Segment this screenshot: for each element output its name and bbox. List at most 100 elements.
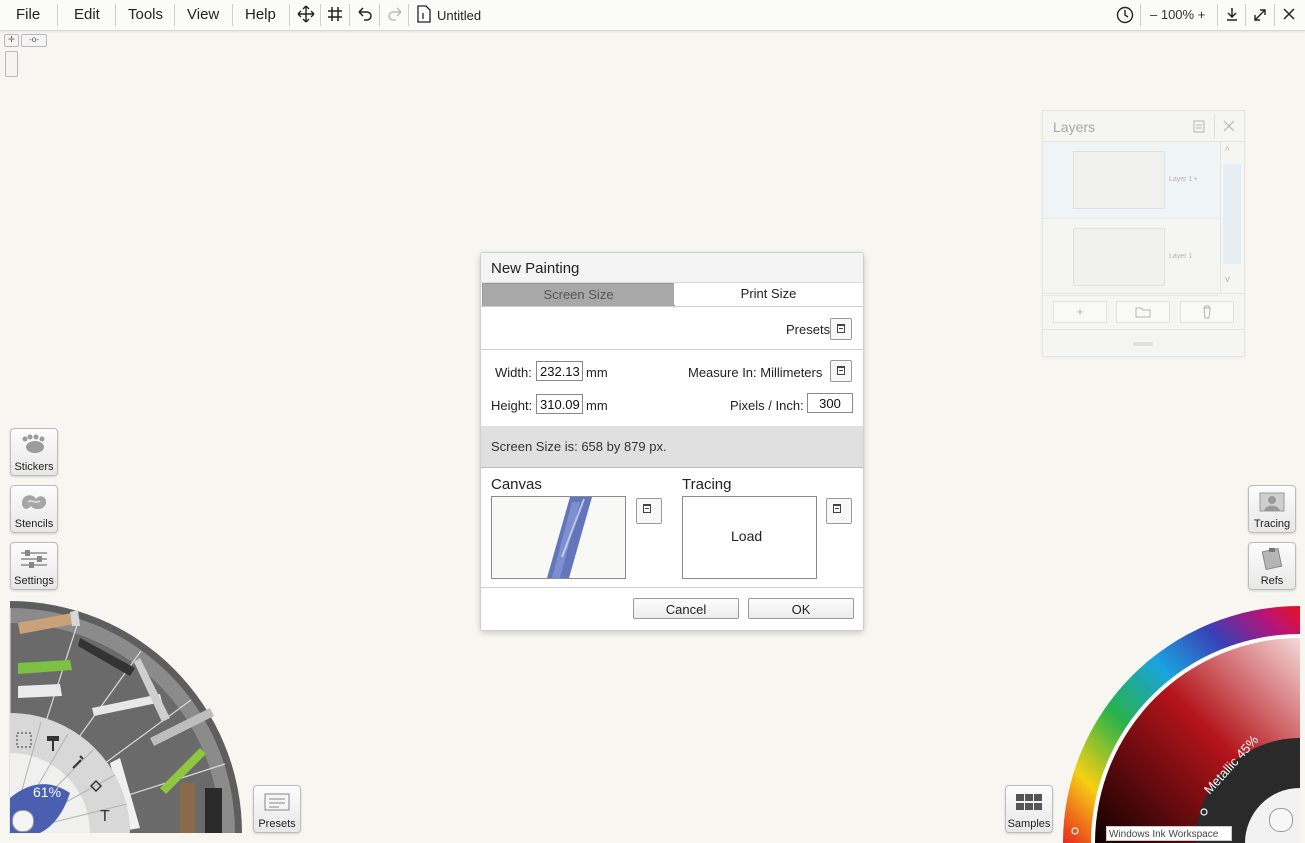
width-field[interactable]: 232.13 — [536, 361, 583, 381]
canvas-label: Canvas — [491, 476, 542, 493]
layer-item-1[interactable]: Layer 1 • — [1043, 142, 1219, 219]
layer-label: Layer 1 • — [1169, 176, 1197, 183]
tracing-button[interactable]: Tracing — [1248, 485, 1296, 533]
resize-color-wheel-icon[interactable] — [1269, 808, 1293, 832]
layers-title: Layers — [1053, 119, 1096, 135]
color-wheel[interactable]: Metallic 45% — [1055, 598, 1305, 843]
download-icon[interactable] — [1224, 5, 1240, 28]
grid-icon[interactable] — [327, 5, 343, 28]
presets-button[interactable]: Presets — [253, 785, 301, 833]
screen-size-text: Screen Size is: 658 by 879 px. — [491, 439, 667, 454]
new-painting-dialog: New Painting Screen Size Print Size Pres… — [480, 252, 864, 631]
divider — [1140, 4, 1141, 26]
menu-tools[interactable]: Tools — [128, 6, 163, 23]
redo-icon[interactable] — [386, 5, 404, 28]
close-icon[interactable] — [1223, 119, 1235, 138]
tab-screen-size[interactable]: Screen Size — [482, 283, 675, 307]
selection-icon[interactable] — [15, 731, 33, 754]
menu-file[interactable]: File — [16, 6, 40, 23]
layers-scrollbar[interactable]: ^ v — [1220, 142, 1243, 292]
brush-size-readout: 61% — [33, 784, 62, 800]
samples-icon — [1016, 794, 1042, 810]
tool-wheel[interactable]: T 61% — [0, 598, 250, 843]
menu-edit[interactable]: Edit — [74, 6, 100, 23]
divider — [349, 4, 350, 26]
tracing-load-box[interactable]: Load — [682, 496, 817, 579]
divider — [1274, 4, 1275, 26]
eyedropper-icon[interactable] — [70, 753, 86, 776]
chevron-up-icon[interactable]: ^ — [1225, 146, 1230, 157]
slider-vertical-icon[interactable] — [5, 51, 18, 77]
stickers-button[interactable]: Stickers — [10, 428, 58, 476]
clock-icon[interactable] — [1115, 5, 1135, 30]
canvas-preview[interactable] — [491, 496, 626, 579]
tab-print-size[interactable]: Print Size — [674, 283, 863, 305]
document-icon[interactable] — [416, 5, 432, 28]
layer-thumbnail — [1073, 228, 1165, 286]
settings-label: Settings — [14, 575, 54, 587]
menu-icon[interactable] — [1193, 119, 1205, 138]
windows-ink-workspace-tooltip: Windows Ink Workspace — [1106, 826, 1232, 841]
layer-item-2[interactable]: Layer 1 — [1043, 219, 1219, 296]
dialog-header: New Painting — [481, 253, 863, 283]
divider — [57, 4, 58, 26]
pixels-per-inch-field[interactable]: 300 — [807, 393, 853, 413]
menu-help[interactable]: Help — [245, 6, 276, 23]
layer-folder-button[interactable] — [1116, 301, 1170, 323]
ok-button[interactable]: OK — [748, 598, 854, 619]
add-layer-button[interactable]: + — [1053, 301, 1107, 323]
measure-menu-button[interactable] — [830, 360, 852, 382]
zoom-control[interactable]: – 100% + — [1150, 7, 1205, 22]
fill-icon[interactable] — [88, 778, 104, 799]
slider-horizontal-icon[interactable]: -o- — [21, 34, 47, 47]
divider — [1043, 293, 1244, 294]
undo-icon[interactable] — [356, 5, 374, 28]
divider — [481, 467, 863, 468]
sliders-icon — [21, 550, 47, 568]
panel-handle[interactable] — [1133, 342, 1153, 346]
resize-wheel-icon[interactable] — [12, 810, 34, 832]
move-icon[interactable] — [297, 5, 315, 28]
delete-layer-button[interactable] — [1180, 301, 1234, 323]
refs-icon — [1261, 548, 1283, 570]
roller-icon[interactable] — [45, 734, 61, 757]
scrollbar-thumb[interactable] — [1223, 164, 1241, 264]
refs-button[interactable]: Refs — [1248, 542, 1296, 590]
height-unit: mm — [586, 398, 608, 413]
divider — [379, 4, 380, 26]
presets-menu-button[interactable] — [830, 318, 852, 340]
measure-in-label: Measure In: Millimeters — [688, 365, 823, 380]
refs-label: Refs — [1260, 575, 1284, 587]
settings-button[interactable]: Settings — [10, 542, 58, 590]
tracing-menu-button[interactable] — [826, 498, 852, 524]
canvas-texture-image — [492, 497, 625, 578]
presets-icon — [264, 793, 290, 811]
chevron-down-icon[interactable]: v — [1225, 274, 1230, 285]
presets-label: Presets — [786, 322, 831, 337]
pan-icon[interactable]: ✛ — [4, 34, 19, 47]
cancel-button[interactable]: Cancel — [633, 598, 739, 619]
height-field[interactable]: 310.09 — [536, 394, 583, 414]
dialog-title: New Painting — [491, 260, 580, 277]
canvas-menu-button[interactable] — [636, 498, 662, 524]
load-label: Load — [731, 528, 763, 544]
height-label: Height: — [491, 398, 533, 413]
tracing-icon — [1259, 492, 1285, 512]
divider — [1214, 114, 1215, 138]
footprint-icon — [22, 434, 45, 453]
text-icon[interactable]: T — [100, 808, 110, 826]
fullscreen-icon[interactable] — [1252, 5, 1268, 28]
divider — [481, 306, 863, 307]
folder-icon — [1135, 307, 1151, 318]
divider — [115, 4, 116, 26]
close-icon[interactable] — [1282, 5, 1296, 28]
samples-button[interactable]: Samples — [1005, 785, 1053, 833]
divider — [481, 587, 863, 588]
stencils-button[interactable]: Stencils — [10, 485, 58, 533]
divider — [481, 349, 863, 350]
document-title: Untitled — [437, 8, 482, 23]
divider — [1217, 4, 1218, 26]
screen-size-info: Screen Size is: 658 by 879 px. — [481, 426, 863, 467]
layers-panel: Layers Layer 1 • Layer 1 ^ v + — [1042, 110, 1245, 357]
menu-view[interactable]: View — [187, 6, 219, 23]
